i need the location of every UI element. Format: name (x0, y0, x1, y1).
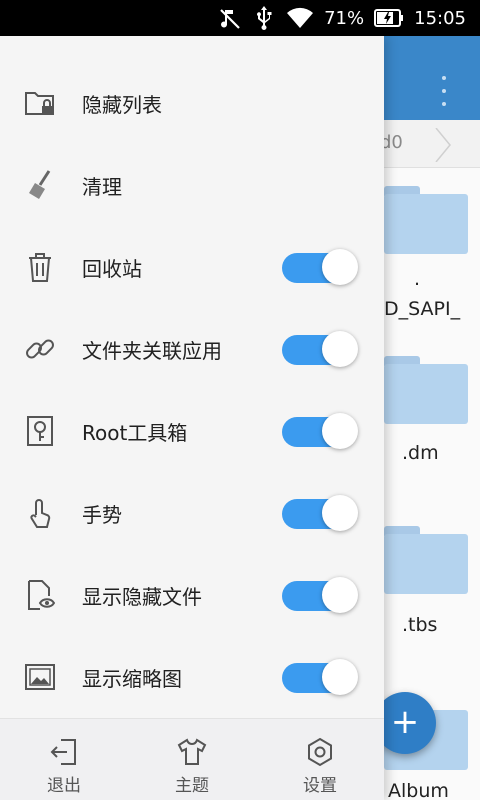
menu-label: Root工具箱 (82, 420, 188, 445)
menu-label: 手势 (82, 502, 122, 527)
menu-label: 文件夹关联应用 (82, 338, 222, 363)
footer-label: 设置 (303, 776, 337, 796)
root-key-icon (24, 415, 56, 447)
thumbnail-icon (24, 661, 56, 693)
menu-label: 隐藏列表 (82, 92, 162, 117)
menu-item-gesture[interactable]: 手势 (0, 472, 384, 554)
exit-button[interactable]: 退出 (0, 719, 128, 800)
broom-icon (24, 169, 56, 201)
folder-icon[interactable] (384, 526, 468, 594)
menu-item-clean[interactable]: 清理 (0, 144, 384, 226)
gear-icon (308, 737, 332, 767)
file-label: Album (388, 780, 449, 800)
plus-icon: + (390, 702, 420, 742)
file-eye-icon (24, 579, 56, 611)
gesture-icon (24, 497, 56, 529)
menu-item-hidden-list[interactable]: 隐藏列表 (0, 62, 384, 144)
chevron-right-icon (435, 128, 451, 162)
show-thumbnails-toggle[interactable] (282, 659, 358, 695)
menu-label: 回收站 (82, 256, 142, 281)
usb-icon (257, 6, 272, 30)
folder-icon[interactable] (384, 186, 468, 254)
root-toolbox-toggle[interactable] (282, 413, 358, 449)
theme-button[interactable]: 主题 (128, 719, 256, 800)
recycle-bin-toggle[interactable] (282, 249, 358, 285)
file-label: D_SAPI_ (384, 298, 461, 320)
file-label: .dm (402, 442, 439, 464)
status-time: 15:05 (414, 7, 466, 29)
wifi-icon (287, 7, 314, 28)
file-label: .tbs (402, 614, 438, 636)
exit-icon (50, 739, 76, 765)
show-hidden-files-toggle[interactable] (282, 577, 358, 613)
settings-button[interactable]: 设置 (256, 719, 384, 800)
menu-item-folder-app-link[interactable]: 文件夹关联应用 (0, 308, 384, 390)
status-bar: 71% 15:05 (0, 0, 480, 36)
file-label: . (414, 268, 421, 290)
footer-label: 退出 (47, 776, 81, 796)
folder-icon[interactable] (384, 356, 468, 424)
menu-label: 显示缩略图 (82, 666, 182, 691)
battery-charging-icon (374, 9, 404, 27)
hidden-folder-icon (24, 87, 56, 119)
folder-app-link-toggle[interactable] (282, 331, 358, 367)
shirt-icon (177, 738, 207, 765)
menu-item-root-toolbox[interactable]: Root工具箱 (0, 390, 384, 472)
link-icon (24, 333, 56, 365)
menu-item-show-hidden-files[interactable]: 显示隐藏文件 (0, 554, 384, 636)
menu-item-recycle-bin[interactable]: 回收站 (0, 226, 384, 308)
trash-icon (24, 251, 56, 283)
menu-item-show-thumbnails[interactable]: 显示缩略图 (0, 636, 384, 718)
footer-label: 主题 (175, 776, 209, 796)
navigation-drawer: 隐藏列表 清理 回收站 文件夹关联应用 Root工具箱 手势 显示隐藏文件 显示… (0, 36, 384, 800)
gesture-toggle[interactable] (282, 495, 358, 531)
more-options-icon[interactable] (434, 72, 454, 112)
music-off-icon (220, 9, 240, 29)
menu-label: 清理 (82, 174, 122, 199)
battery-percent: 71% (324, 7, 365, 29)
menu-label: 显示隐藏文件 (82, 584, 202, 609)
drawer-footer: 退出 主题 设置 (0, 718, 384, 800)
